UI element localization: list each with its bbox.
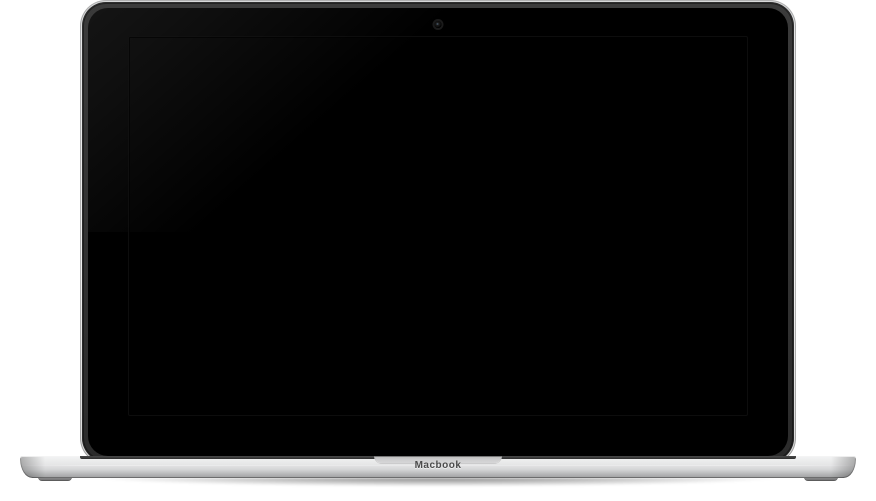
screen-bezel: [88, 8, 788, 456]
laptop-lid: [80, 0, 796, 464]
webcam-icon: [435, 21, 442, 28]
brand-label: Macbook: [415, 460, 462, 471]
floor-shadow: [12, 478, 864, 496]
laptop-screen: [128, 36, 748, 416]
